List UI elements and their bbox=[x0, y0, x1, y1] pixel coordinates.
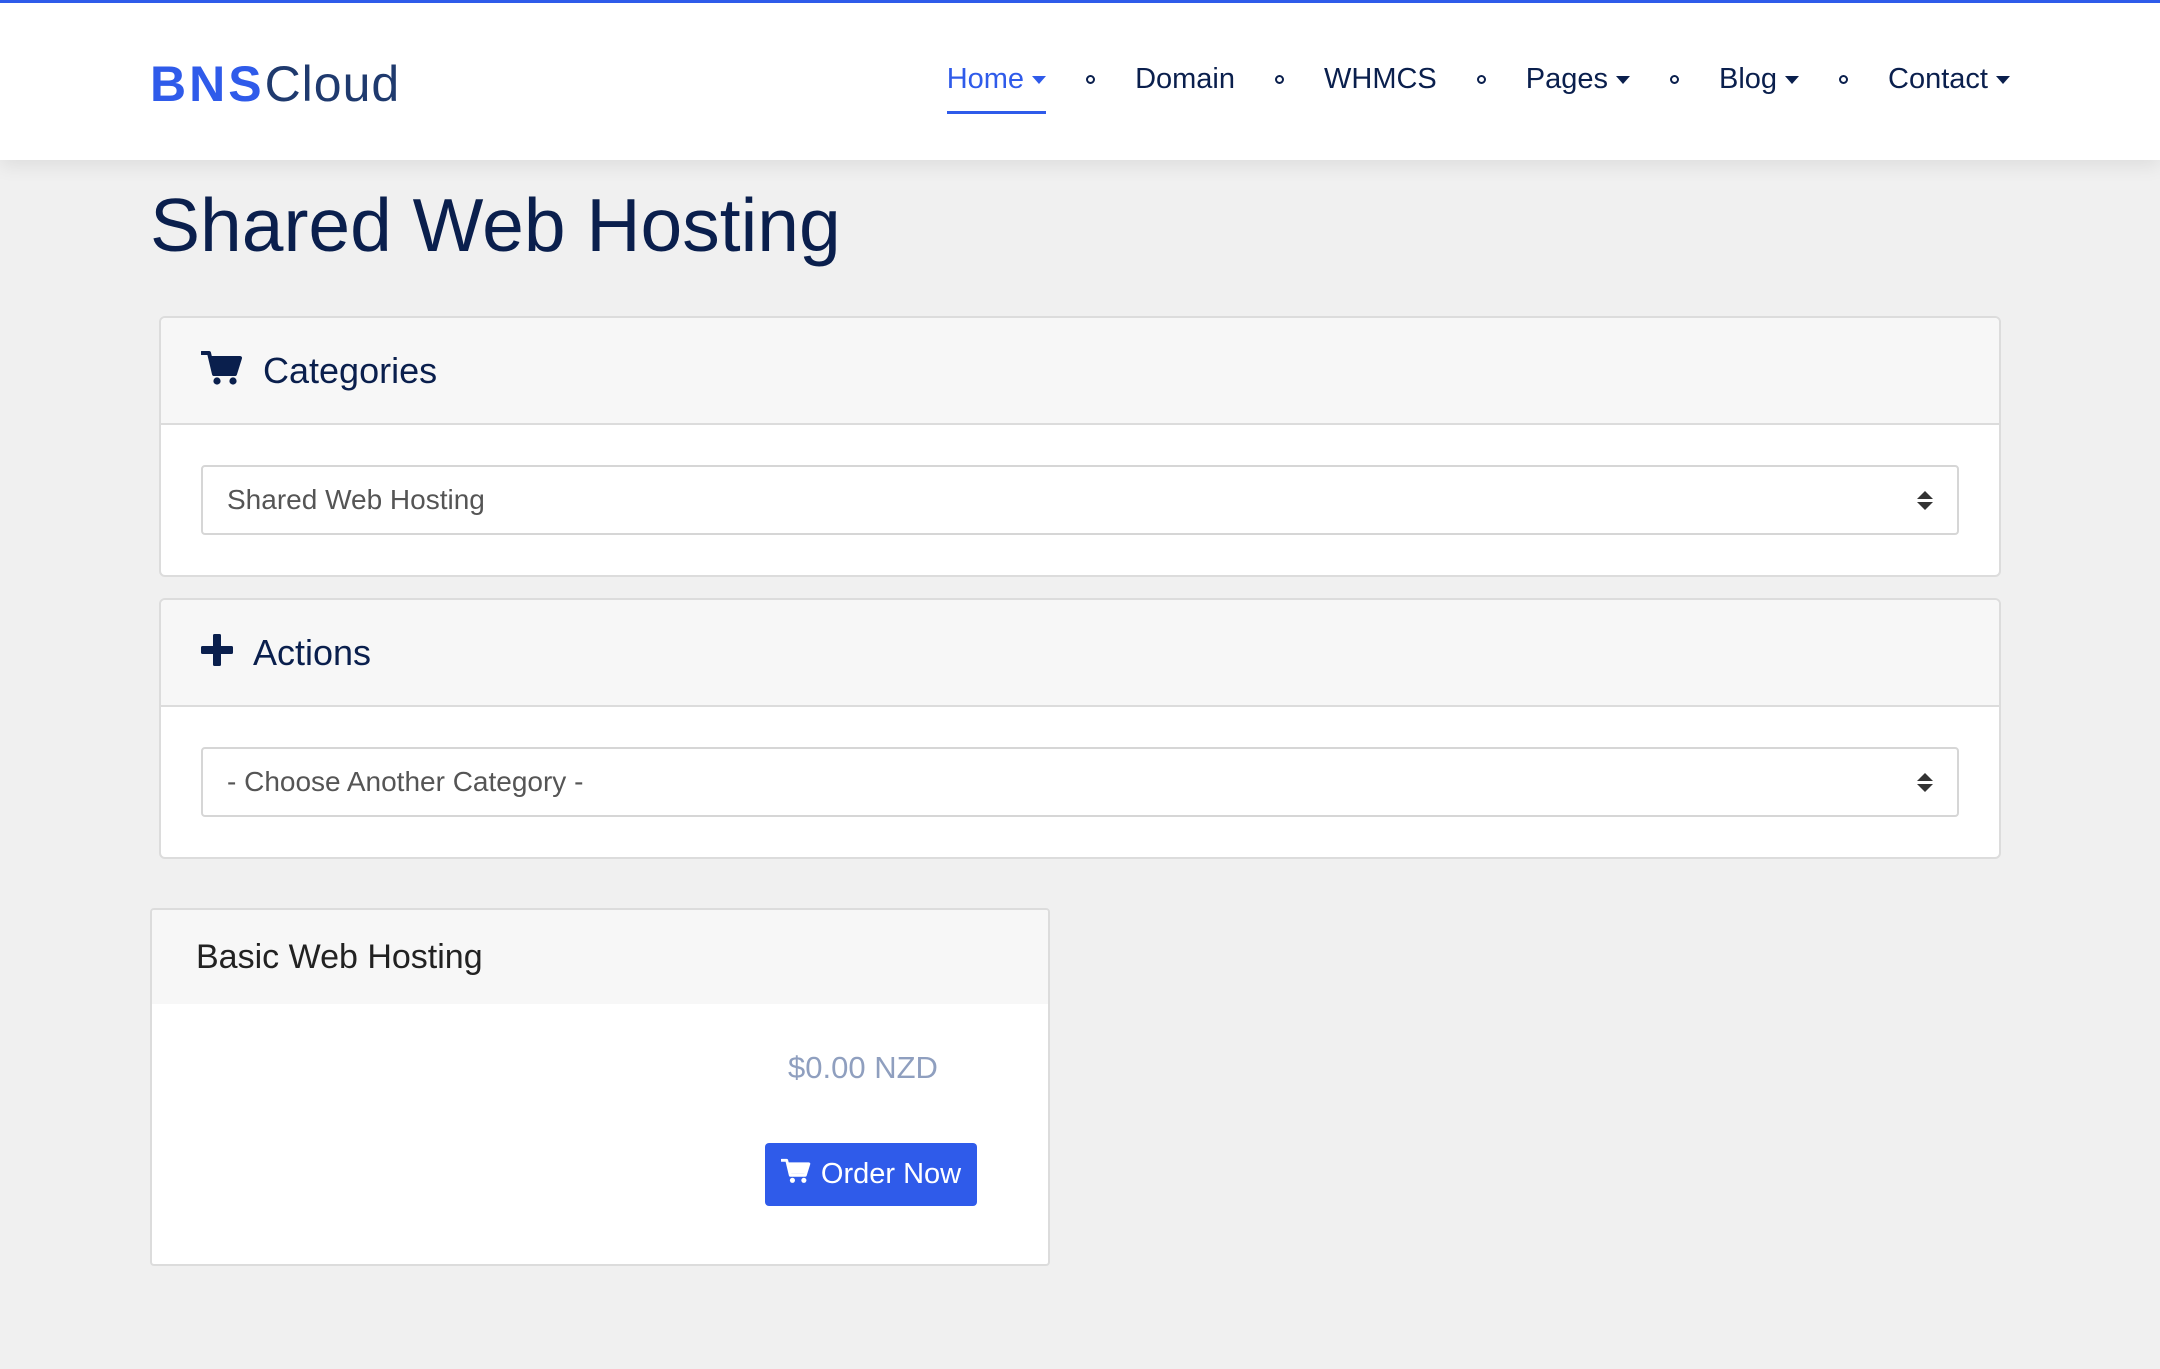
nav-home-label: Home bbox=[946, 63, 1025, 95]
caret-down-icon bbox=[1032, 75, 1047, 84]
plus-icon bbox=[201, 634, 233, 671]
cart-icon bbox=[200, 350, 243, 391]
page-title: Shared Web Hosting bbox=[150, 183, 841, 267]
product-card: Basic Web Hosting $0.00 NZD Order Now bbox=[150, 908, 1050, 1266]
nav-domain[interactable]: Domain bbox=[1135, 65, 1235, 94]
nav-separator bbox=[1275, 75, 1284, 84]
caret-down-icon bbox=[1616, 75, 1630, 84]
product-name: Basic Web Hosting bbox=[152, 910, 1048, 1004]
nav-home[interactable]: Home bbox=[946, 63, 1047, 114]
nav-separator bbox=[1670, 75, 1679, 84]
choose-category-select-value: - Choose Another Category - bbox=[227, 766, 584, 797]
categories-heading: Categories bbox=[263, 349, 438, 391]
nav-pages-label: Pages bbox=[1525, 63, 1608, 95]
actions-heading: Actions bbox=[253, 631, 372, 673]
caret-down-icon bbox=[1785, 75, 1800, 84]
product-price: $0.00 NZD bbox=[788, 1050, 938, 1085]
actions-panel-header: Actions bbox=[161, 600, 1999, 707]
logo-bold-text: BNS bbox=[150, 56, 265, 112]
nav-domain-label: Domain bbox=[1135, 63, 1235, 95]
nav-contact-label: Contact bbox=[1888, 63, 1988, 95]
sort-arrows-icon bbox=[1917, 772, 1933, 792]
nav-separator bbox=[1839, 75, 1849, 84]
order-now-button[interactable]: Order Now bbox=[765, 1143, 977, 1206]
nav-separator bbox=[1476, 75, 1486, 84]
categories-panel: Categories Shared Web Hosting bbox=[159, 316, 2001, 577]
nav-whmcs-label: WHMCS bbox=[1324, 63, 1437, 95]
categories-panel-header: Categories bbox=[161, 318, 1999, 425]
category-select-value: Shared Web Hosting bbox=[227, 484, 485, 515]
nav-blog-label: Blog bbox=[1719, 63, 1778, 95]
nav-blog[interactable]: Blog bbox=[1719, 63, 1800, 95]
logo-light-text: Cloud bbox=[264, 56, 401, 112]
site-logo[interactable]: BNSCloud bbox=[150, 59, 400, 109]
site-header: BNSCloud Home Domain WHMCS Pages Blog Co… bbox=[0, 0, 2160, 160]
choose-category-select[interactable]: - Choose Another Category - bbox=[201, 747, 1959, 817]
caret-down-icon bbox=[1996, 75, 2010, 84]
nav-contact[interactable]: Contact bbox=[1888, 65, 2010, 94]
category-select[interactable]: Shared Web Hosting bbox=[201, 465, 1959, 535]
cart-icon bbox=[780, 1158, 811, 1192]
nav-whmcs[interactable]: WHMCS bbox=[1324, 65, 1437, 94]
main-nav: Home Domain WHMCS Pages Blog Contact bbox=[946, 63, 2010, 114]
actions-panel-body: - Choose Another Category - bbox=[161, 707, 1999, 857]
nav-separator bbox=[1086, 75, 1096, 84]
actions-panel: Actions - Choose Another Category - bbox=[159, 598, 2001, 859]
sort-arrows-icon bbox=[1917, 490, 1933, 510]
categories-panel-body: Shared Web Hosting bbox=[161, 425, 1999, 575]
order-now-label: Order Now bbox=[820, 1158, 962, 1190]
nav-pages[interactable]: Pages bbox=[1526, 65, 1630, 94]
